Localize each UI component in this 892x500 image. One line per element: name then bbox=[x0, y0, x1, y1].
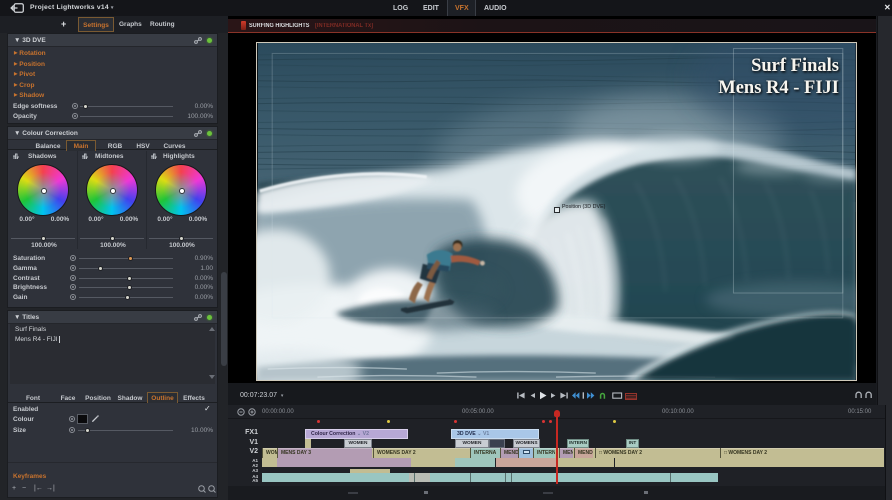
svg-text:Position (3D DVE): Position (3D DVE) bbox=[562, 204, 606, 210]
